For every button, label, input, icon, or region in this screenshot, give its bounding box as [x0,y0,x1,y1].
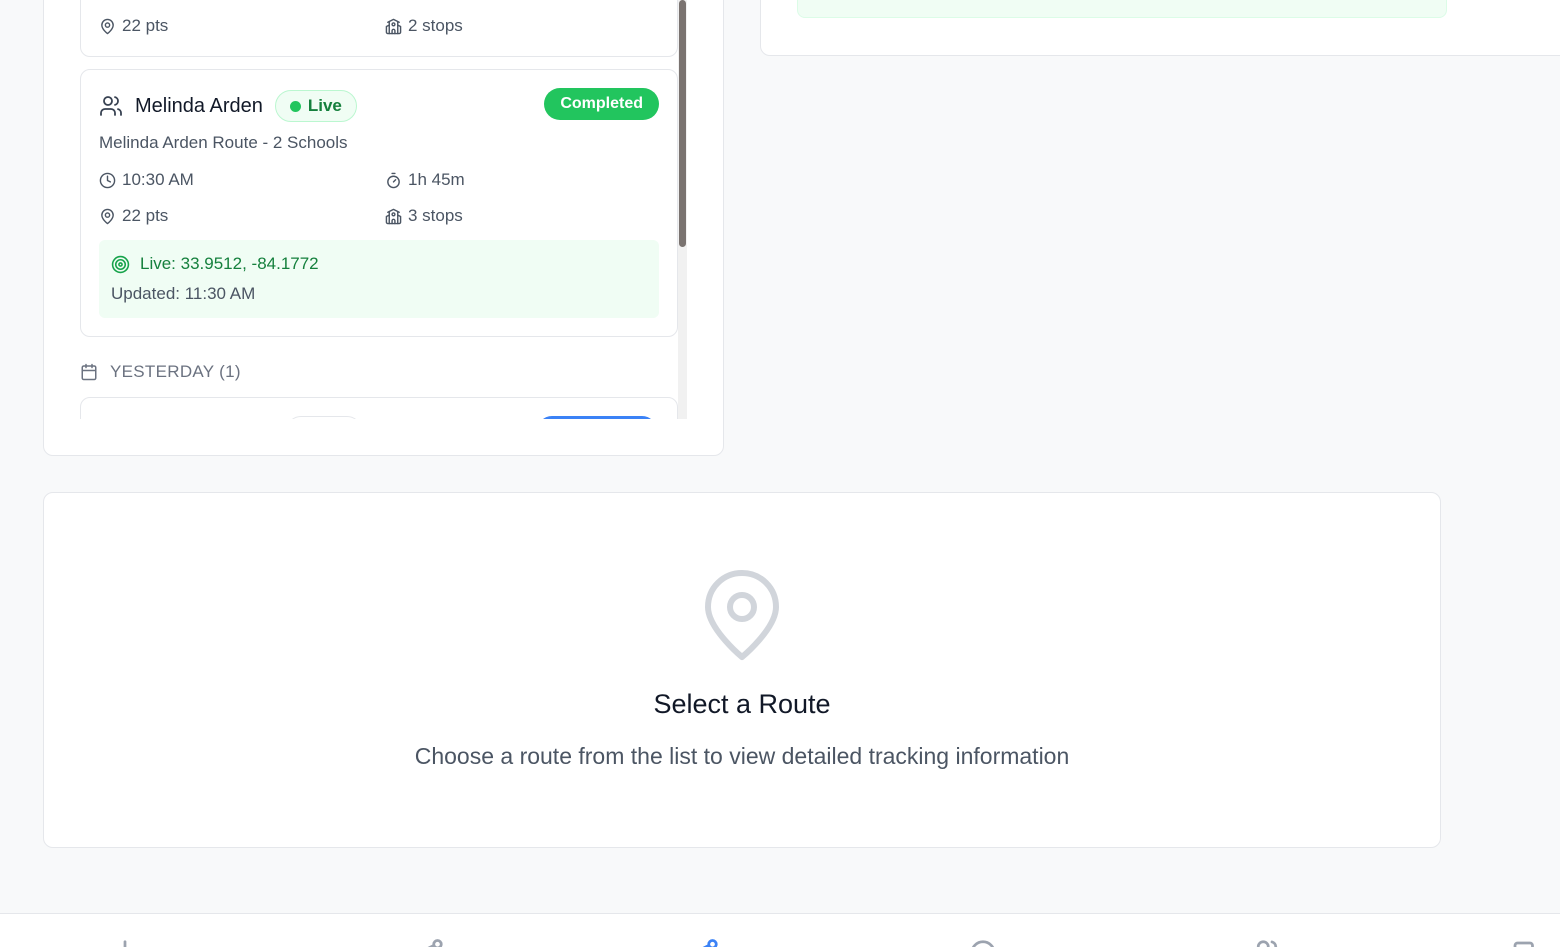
last-updated: Updated: 11:30 AM [111,284,256,303]
points-count: 22 pts [122,16,169,35]
live-coords: Live: 33.9512, -84.1772 [140,254,319,273]
school-icon [385,208,402,224]
live-status-strip [797,0,1447,18]
clock-icon [99,172,116,188]
route-detail-empty-state: Select a Route Choose a route from the l… [43,492,1441,848]
route-card[interactable] [80,397,678,419]
map-pin-icon [101,208,114,224]
status-badge: Completed [544,88,659,120]
points-count: 22 pts [122,206,169,225]
empty-title: Select a Route [653,689,831,719]
live-dot-icon [289,100,301,112]
live-indicator [286,416,362,419]
driver-name: Melinda Arden [135,94,263,117]
live-label: Live [307,96,342,115]
map-pin-icon [101,18,114,34]
section-label: YESTERDAY (1) [110,362,241,381]
timer-icon [387,172,400,188]
route-card-selected[interactable]: Melinda Arden Live Completed Melinda Ard… [80,69,678,337]
users-icon [100,96,122,116]
bottom-navigation [0,913,1560,947]
reports-icon [1513,941,1534,947]
search-icon [971,940,995,947]
route-card[interactable]: 22 pts 2 stops [80,0,678,57]
nav-tracking[interactable] [690,938,720,947]
duration-meta: 1h 45m [385,170,465,190]
start-time-meta: 10:30 AM [99,170,194,190]
stops-count: 2 stops [408,16,463,35]
live-indicator: Live [274,90,357,122]
map-pin-icon [705,570,779,660]
calendar-icon [81,363,97,381]
stops-meta: 3 stops [385,206,463,226]
status-badge [537,416,657,419]
nav-search[interactable] [968,938,998,947]
live-location-box: Live: 33.9512, -84.1772 Updated: 11:30 A… [99,240,659,318]
route-name: Melinda Arden Route - 2 Schools [99,133,348,152]
driver-row: Melinda Arden Live [99,90,357,122]
routes-list[interactable]: 22 pts 2 stops Melinda Arden Live Comple… [80,0,690,419]
dashboard-icon [123,940,127,947]
section-header-yesterday: YESTERDAY (1) [80,362,241,382]
duration: 1h 45m [408,170,465,189]
nav-routes[interactable] [415,938,445,947]
live-coords-row: Live: 33.9512, -84.1772 [111,254,319,274]
points-meta: 22 pts [99,206,168,226]
empty-subtitle: Choose a route from the list to view det… [414,743,1070,769]
routes-icon [427,939,443,947]
stops-count: 3 stops [408,206,463,225]
drivers-icon [1256,940,1278,947]
school-icon [385,18,402,34]
tracking-icon [702,939,718,947]
nav-dashboard[interactable] [110,938,140,947]
target-icon [111,255,130,273]
nav-drivers[interactable] [1252,938,1282,947]
stops-meta: 2 stops [385,16,463,36]
nav-reports[interactable] [1510,938,1540,947]
scrollbar-thumb[interactable] [679,0,686,247]
start-time: 10:30 AM [122,170,194,189]
points-meta: 22 pts [99,16,168,36]
